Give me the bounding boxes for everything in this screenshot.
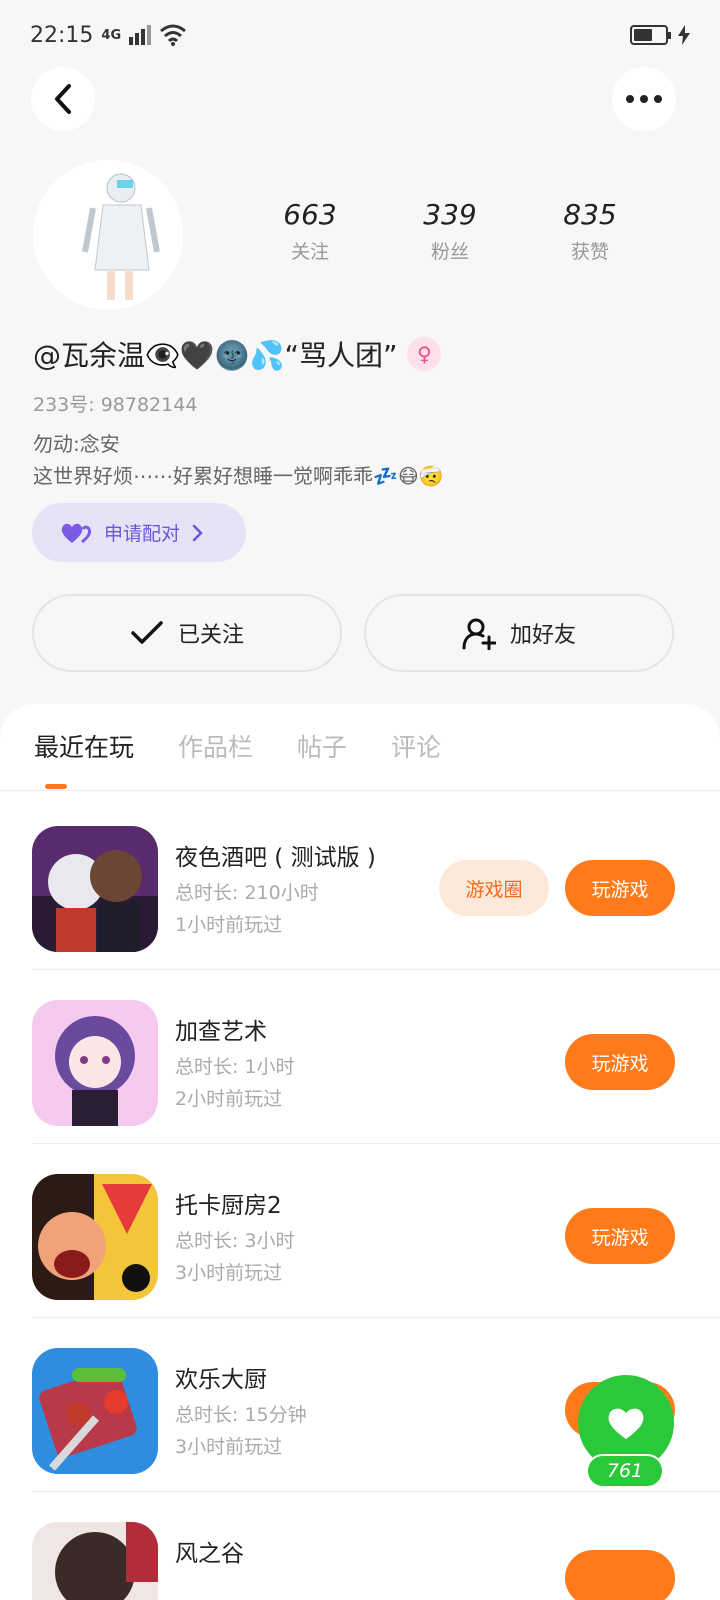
status-time: 22:15 [30,22,94,48]
game-last-played: 3小时前玩过 [175,1436,283,1458]
stat-label: 获赞 [570,241,609,263]
game-circle-button[interactable]: 游戏圈 [439,860,549,916]
game-cover-night-bar [32,826,158,952]
bio-line: 这世界好烦⋯⋯好累好想睡一觉啊乖乖💤😷🤕 [33,464,444,488]
game-name: 夜色酒吧 ( 测试版 ) [175,845,376,871]
game-icon[interactable] [32,1000,158,1126]
game-total-time: 总时长: 15分钟 [175,1404,307,1426]
game-cover-gacha-art [32,1000,158,1126]
tab-recently-played[interactable]: 最近在玩 [34,728,134,764]
add-friend-button[interactable]: 加好友 [364,594,674,672]
charging-icon [678,25,690,45]
stat-value: 663 [283,198,337,231]
signal-icon [129,25,152,45]
heart-icon [608,1408,644,1439]
game-icon[interactable] [32,826,158,952]
play-game-button[interactable]: 玩游戏 [565,1208,675,1264]
game-total-time: 总时长: 1小时 [175,1056,295,1078]
chevron-left-icon [55,84,71,114]
like-count: 761 [586,1454,664,1488]
avatar[interactable] [33,160,183,310]
game-last-played: 2小时前玩过 [175,1088,283,1110]
game-cover-wind-valley [32,1522,158,1600]
game-name: 欢乐大厨 [175,1367,267,1393]
game-row[interactable]: 加查艺术 总时长: 1小时 2小时前玩过 玩游戏 [32,970,720,1144]
game-cover-toca-kitchen [32,1174,158,1300]
game-total-time: 总时长: 3小时 [175,1230,295,1252]
stat-following[interactable]: 663 关注 [240,198,380,264]
check-icon [131,621,163,644]
more-dots-icon [626,95,662,103]
stat-value: 339 [423,198,477,231]
game-name: 托卡厨房2 [175,1193,282,1219]
battery-level [634,29,652,41]
tab-comments[interactable]: 评论 [391,728,441,764]
user-id: 233号: 98782144 [33,394,198,416]
request-pair-button[interactable]: 申请配对 [32,503,246,562]
add-friend-label: 加好友 [509,623,576,648]
wifi-icon [160,24,187,46]
battery-icon [630,25,671,45]
game-name: 风之谷 [175,1541,244,1567]
game-row[interactable]: 夜色酒吧 ( 测试版 ) 总时长: 210小时 1小时前玩过 游戏圈 玩游戏 [32,796,720,970]
stat-fans[interactable]: 339 粉丝 [380,198,520,264]
stat-label: 粉丝 [430,241,469,263]
tab-works[interactable]: 作品栏 [178,728,253,764]
followed-button[interactable]: 已关注 [32,594,342,672]
game-total-time: 总时长: 210小时 [175,882,319,904]
game-last-played: 1小时前玩过 [175,914,283,936]
play-game-button[interactable] [565,1550,675,1600]
game-cover-happy-chef [32,1348,158,1474]
play-game-button[interactable]: 玩游戏 [565,1034,675,1090]
double-heart-icon [61,523,92,543]
avatar-image [33,160,183,310]
play-game-button[interactable]: 玩游戏 [565,860,675,916]
status-left: 22:15 4G [30,23,187,48]
game-last-played: 3小时前玩过 [175,1262,283,1284]
game-row[interactable]: 风之谷 [32,1492,720,1600]
status-right [630,25,690,45]
game-icon[interactable] [32,1174,158,1300]
username-row: @瓦余温👁‍🗨🖤🌚💦“骂人团” ♀ [33,334,442,374]
game-name: 加查艺术 [175,1019,267,1045]
stat-likes[interactable]: 835 获赞 [520,198,660,264]
username: @瓦余温👁‍🗨🖤🌚💦“骂人团” [33,339,398,372]
stat-value: 835 [563,198,617,231]
female-icon: ♀ [407,337,442,371]
tab-posts[interactable]: 帖子 [297,728,347,764]
network-label: 4G [101,27,122,43]
tabs-divider [0,790,720,791]
stat-label: 关注 [290,241,329,263]
followed-label: 已关注 [177,623,244,648]
add-user-icon [462,618,496,650]
back-button[interactable] [31,67,95,131]
profile-stats: 663 关注 339 粉丝 835 获赞 [240,198,660,264]
tab-bar: 最近在玩 作品栏 帖子 评论 [34,728,441,764]
pair-label: 申请配对 [104,523,181,545]
game-icon[interactable] [32,1522,158,1600]
active-tab-indicator [45,784,67,789]
chevron-right-icon [192,524,203,541]
game-icon[interactable] [32,1348,158,1474]
bio-line: 勿动:念安 [33,432,120,456]
more-button[interactable] [612,67,676,131]
bio: 勿动:念安 这世界好烦⋯⋯好累好想睡一觉啊乖乖💤😷🤕 [33,428,444,492]
game-row[interactable]: 托卡厨房2 总时长: 3小时 3小时前玩过 玩游戏 [32,1144,720,1318]
status-bar: 22:15 4G [0,0,720,70]
